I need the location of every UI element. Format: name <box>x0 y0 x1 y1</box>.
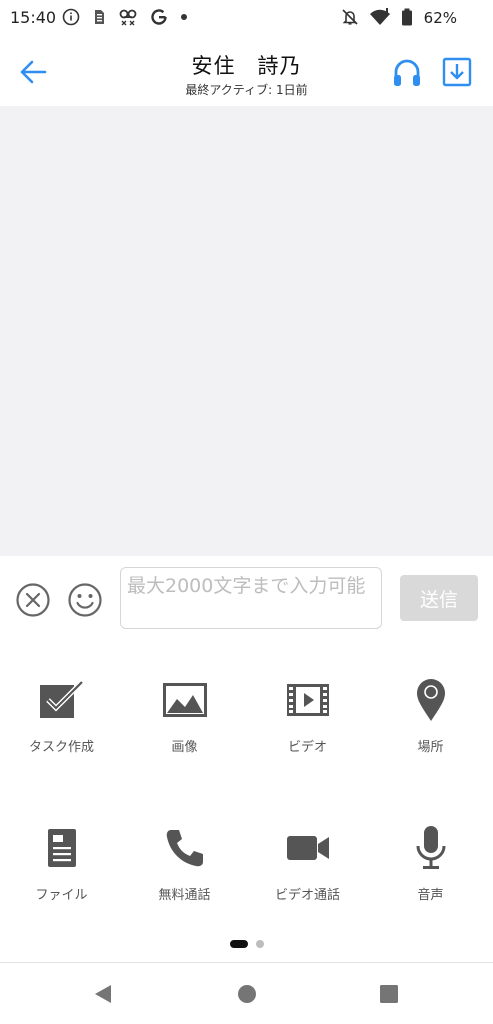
task-check-icon <box>39 680 84 718</box>
download-button[interactable] <box>440 55 474 89</box>
status-right-icons <box>341 8 413 30</box>
emoji-button[interactable] <box>66 581 104 619</box>
grid-item-label: 音声 <box>417 888 444 903</box>
status-bar: 15:40 62% <box>0 0 493 38</box>
system-nav-bar <box>0 963 493 1024</box>
grid-item-label: 無料通話 <box>158 888 211 903</box>
recents-square-icon <box>380 985 398 1003</box>
grid-item-label: ビデオ通話 <box>274 888 340 903</box>
voice-call-button[interactable] <box>388 55 426 91</box>
headphones-icon <box>394 59 420 86</box>
nav-home-button[interactable] <box>232 979 262 1009</box>
close-attach-button[interactable] <box>14 581 52 619</box>
grid-item-video[interactable]: ビデオ <box>246 650 369 780</box>
wifi-icon <box>369 8 391 30</box>
message-input[interactable] <box>120 567 382 629</box>
nav-recents-button[interactable] <box>374 979 404 1009</box>
image-icon <box>162 683 207 717</box>
video-film-icon <box>286 684 329 716</box>
google-icon <box>150 8 168 30</box>
message-list[interactable] <box>0 106 493 556</box>
grid-item-image[interactable]: 画像 <box>123 650 246 780</box>
grid-item-label: タスク作成 <box>28 740 94 755</box>
battery-icon <box>401 8 413 30</box>
page-dot[interactable] <box>255 940 264 948</box>
page-dot-active[interactable] <box>229 940 248 948</box>
file-icon <box>47 829 76 867</box>
voicemail-icon <box>118 8 138 30</box>
back-triangle-icon <box>95 985 111 1003</box>
phone-icon <box>166 830 203 867</box>
grid-item-file[interactable]: ファイル <box>0 798 123 928</box>
grid-item-voice[interactable]: 音声 <box>369 798 492 928</box>
send-button[interactable]: 送信 <box>400 575 478 621</box>
mute-bell-icon <box>341 8 359 30</box>
composer: 送信 <box>0 556 493 650</box>
grid-item-label: 画像 <box>171 740 198 755</box>
status-left-icons <box>62 8 188 30</box>
location-pin-icon <box>416 679 445 721</box>
home-circle-icon <box>238 985 256 1003</box>
grid-item-free-call[interactable]: 無料通話 <box>123 798 246 928</box>
battery-percent: 62% <box>423 9 457 27</box>
grid-item-label: 場所 <box>417 740 444 755</box>
microphone-icon <box>416 826 445 869</box>
status-time: 15:40 <box>10 8 57 27</box>
chat-header: 安住 詩乃 最終アクティブ: 1日前 <box>0 38 493 106</box>
nav-back-button[interactable] <box>88 979 118 1009</box>
dot-icon <box>180 8 188 30</box>
grid-item-label: ファイル <box>35 888 88 903</box>
close-circle-icon <box>16 583 50 617</box>
grid-item-location[interactable]: 場所 <box>369 650 492 780</box>
download-icon <box>442 57 472 87</box>
info-icon <box>62 8 80 30</box>
sim-icon <box>92 8 106 30</box>
grid-item-label: ビデオ <box>287 740 327 755</box>
smiley-icon <box>68 583 102 617</box>
page-indicator <box>0 940 493 948</box>
grid-item-task[interactable]: タスク作成 <box>0 650 123 780</box>
video-camera-icon <box>286 836 329 860</box>
grid-item-video-call[interactable]: ビデオ通話 <box>246 798 369 928</box>
